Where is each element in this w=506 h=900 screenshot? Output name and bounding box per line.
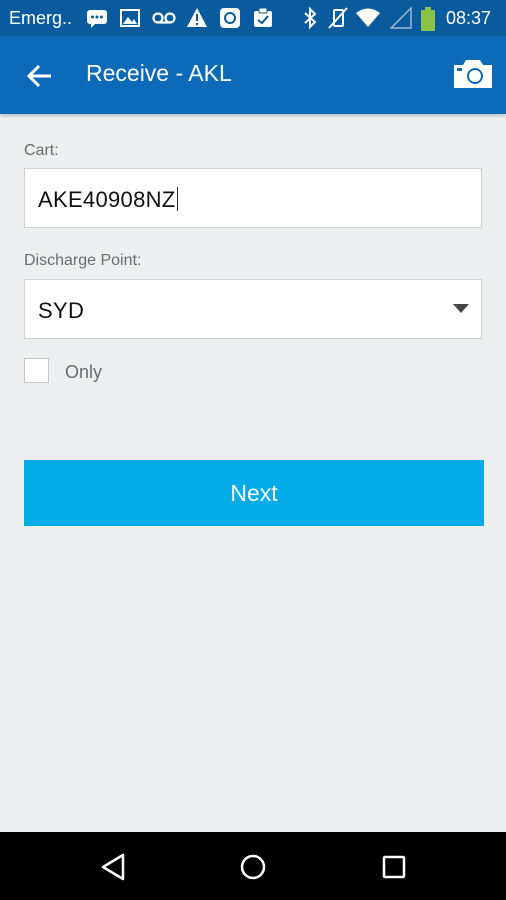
bluetooth-icon xyxy=(304,7,317,29)
back-nav-button[interactable] xyxy=(97,850,131,884)
text-cursor xyxy=(176,187,178,211)
cart-input-value: AKE40908NZ xyxy=(38,187,178,212)
app-bar: Receive - AKL xyxy=(0,36,506,114)
image-icon xyxy=(120,9,140,27)
recents-nav-button[interactable] xyxy=(377,850,411,884)
back-triangle-icon xyxy=(101,853,125,881)
recents-square-icon xyxy=(382,855,406,879)
chat-icon xyxy=(87,10,107,28)
discharge-point-select[interactable]: SYD xyxy=(24,279,482,339)
voicemail-icon xyxy=(152,12,176,24)
only-label: Only xyxy=(65,362,103,382)
carrier-label: Emerg.. xyxy=(9,8,73,28)
camera-icon xyxy=(454,60,492,88)
vibrate-off-icon xyxy=(328,7,348,29)
next-button[interactable]: Next xyxy=(24,460,484,526)
home-nav-button[interactable] xyxy=(236,850,270,884)
arrow-left-icon xyxy=(26,64,51,88)
page-title: Receive - AKL xyxy=(86,60,232,86)
cart-label: Cart: xyxy=(24,142,59,159)
only-checkbox[interactable] xyxy=(24,358,49,383)
cart-input[interactable]: AKE40908NZ xyxy=(24,168,482,228)
discharge-point-value: SYD xyxy=(38,298,85,323)
discharge-point-label: Discharge Point: xyxy=(24,252,142,269)
status-bar: Emerg.. 08:37 xyxy=(0,0,506,36)
clipboard-icon xyxy=(254,7,272,27)
camera-button[interactable] xyxy=(451,56,495,92)
signal-icon xyxy=(390,7,412,29)
sync-icon xyxy=(220,8,240,28)
back-button[interactable] xyxy=(22,58,58,94)
clock: 08:37 xyxy=(446,8,492,28)
home-circle-icon xyxy=(240,854,266,880)
dropdown-arrow-icon xyxy=(453,304,469,313)
wifi-icon xyxy=(356,8,380,27)
navigation-bar xyxy=(0,832,506,900)
battery-icon xyxy=(421,7,435,31)
warning-icon xyxy=(187,8,207,27)
